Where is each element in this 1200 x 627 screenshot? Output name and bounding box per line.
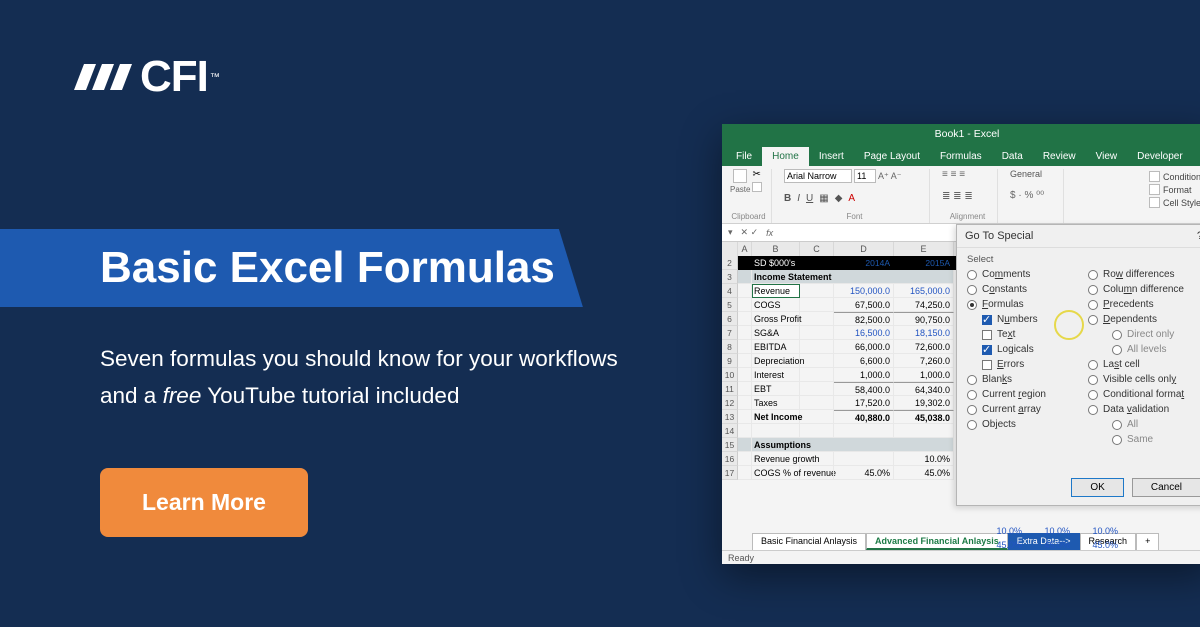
dialog-radio[interactable]: Conditional format [1088,389,1200,400]
excel-tab-insert[interactable]: Insert [809,147,854,166]
excel-tab-view[interactable]: View [1086,147,1128,166]
brand-logo: CFI ™ [72,52,220,102]
dialog-checkbox[interactable]: Errors [967,359,1080,370]
logo-text: CFI [140,52,208,102]
font-color-icon[interactable]: A [848,193,855,204]
dialog-radio[interactable]: All levels [1088,344,1200,355]
learn-more-button[interactable]: Learn More [100,468,308,537]
dialog-radio[interactable]: Column difference [1088,284,1200,295]
conditional-formatting-icon[interactable] [1149,171,1160,182]
dialog-radio[interactable]: Row differences [1088,269,1200,280]
underline-button[interactable]: U [806,193,813,204]
hero-subtitle: Seven formulas you should know for your … [100,340,620,414]
font-size-input[interactable] [854,169,876,183]
dialog-cancel-button[interactable]: Cancel [1132,478,1200,497]
dialog-radio[interactable]: Direct only [1088,329,1200,340]
excel-tab-formulas[interactable]: Formulas [930,147,992,166]
excel-window-title: Book1 - Excel [722,124,1200,144]
dialog-radio[interactable]: Constants [967,284,1080,295]
cut-icon[interactable]: ✂ [752,169,762,180]
dialog-radio[interactable]: Formulas [967,299,1080,310]
dialog-radio[interactable]: Comments [967,269,1080,280]
dialog-radio[interactable]: Data validation [1088,404,1200,415]
hero-title-ribbon: Basic Excel Formulas [0,229,583,307]
dialog-checkbox[interactable]: Logicals [967,344,1080,355]
dialog-radio[interactable]: Precedents [1088,299,1200,310]
excel-ribbon-tabs: File Home Insert Page Layout Formulas Da… [722,144,1200,166]
italic-button[interactable]: I [797,193,800,204]
dialog-radio[interactable]: Blanks [967,374,1080,385]
sheet-add-button[interactable]: + [1136,533,1159,550]
font-name-input[interactable] [784,169,852,183]
excel-ribbon: Paste ✂ Clipboard A⁺ A⁻ B I U ▦ ◆ [722,166,1200,224]
dialog-checkbox[interactable]: Numbers [967,314,1080,325]
excel-screenshot: Book1 - Excel File Home Insert Page Layo… [722,124,1200,564]
logo-trademark: ™ [210,72,220,83]
status-bar: Ready [722,550,1200,564]
excel-tab-pagelayout[interactable]: Page Layout [854,147,930,166]
excel-tab-developer[interactable]: Developer [1127,147,1193,166]
dialog-radio[interactable]: Current array [967,404,1080,415]
dialog-radio[interactable]: Same [1088,434,1200,445]
dialog-radio[interactable]: Objects [967,419,1080,430]
excel-tab-review[interactable]: Review [1033,147,1086,166]
excel-tab-data[interactable]: Data [992,147,1033,166]
dialog-radio[interactable]: Current region [967,389,1080,400]
fill-color-icon[interactable]: ◆ [835,193,843,204]
goto-special-dialog: Go To Special ? Select CommentsConstants… [956,224,1200,506]
copy-icon[interactable] [752,182,762,192]
border-icon[interactable]: ▦ [819,193,828,204]
excel-tab-home[interactable]: Home [762,147,809,166]
dialog-radio[interactable]: Dependents [1088,314,1200,325]
dialog-ok-button[interactable]: OK [1071,478,1123,497]
bold-button[interactable]: B [784,193,791,204]
format-table-icon[interactable] [1149,184,1160,195]
dialog-checkbox[interactable]: Text [967,329,1080,340]
dialog-radio[interactable]: All [1088,419,1200,430]
hero-title: Basic Excel Formulas [100,243,555,293]
paste-icon[interactable] [733,169,747,183]
dialog-radio[interactable]: Last cell [1088,359,1200,370]
dialog-title: Go To Special [965,230,1033,242]
excel-tab-file[interactable]: File [726,147,762,166]
dialog-radio[interactable]: Visible cells only [1088,374,1200,385]
cell-styles-icon[interactable] [1149,197,1160,208]
sheet-tab[interactable]: Basic Financial Anlaysis [752,533,866,550]
logo-bars-icon [72,60,132,94]
